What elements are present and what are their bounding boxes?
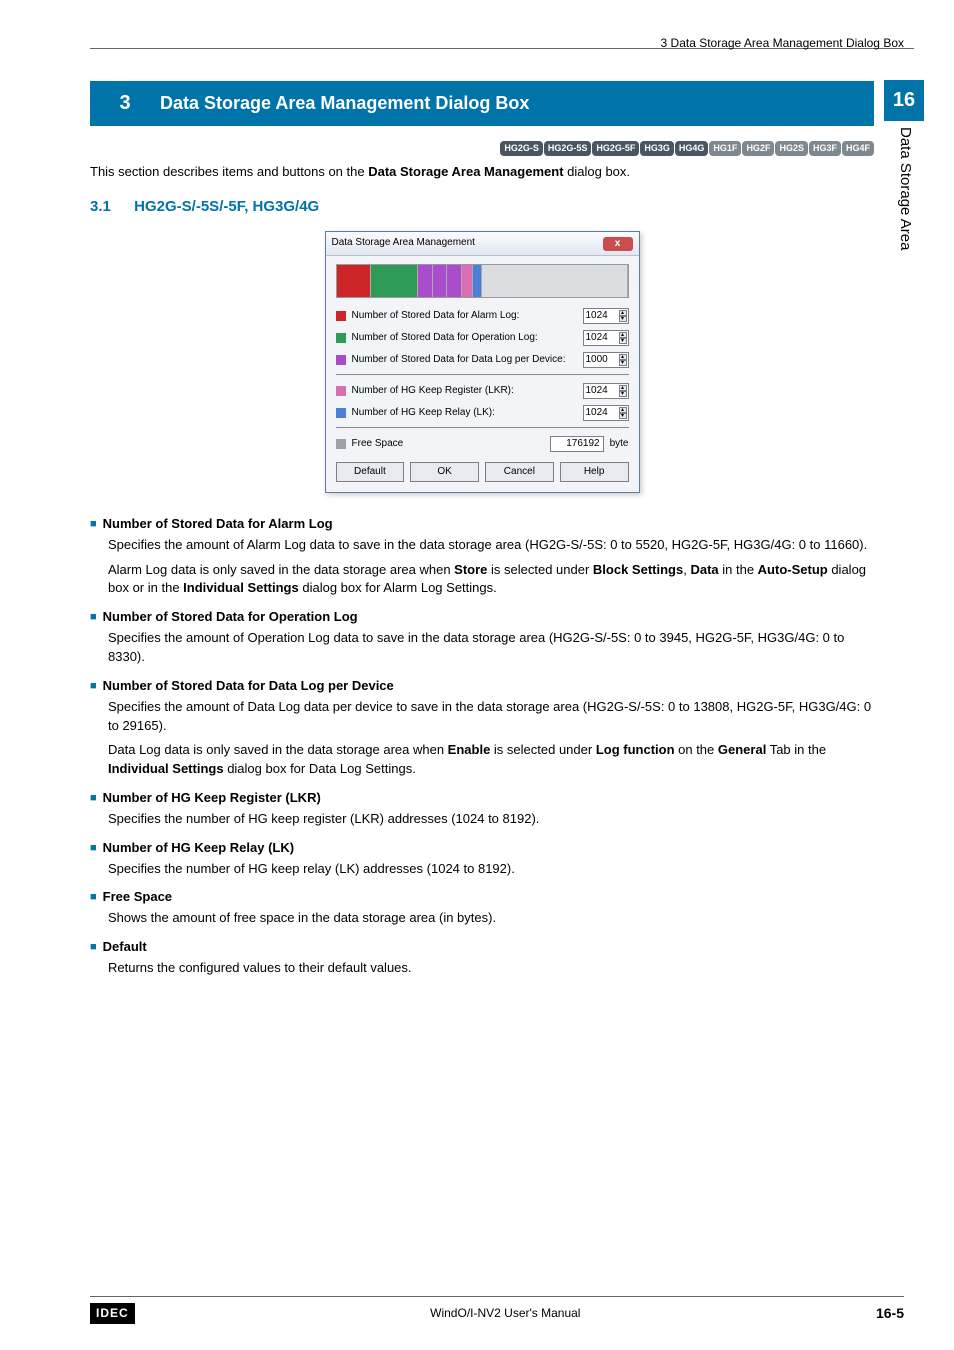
swatch-icon [336, 311, 346, 321]
definition-body: Data Log data is only saved in the data … [108, 741, 874, 779]
definition-term: Number of HG Keep Register (LKR) [90, 789, 874, 808]
definition-item: Number of Stored Data for Alarm Log Speci… [90, 515, 874, 598]
chapter-number-badge: 16 [884, 80, 924, 121]
section-number: 3 [90, 89, 160, 118]
swatch-icon [336, 439, 346, 449]
definition-term: Number of Stored Data for Alarm Log [90, 515, 874, 534]
definition-term: Number of Stored Data for Operation Log [90, 608, 874, 627]
subsection-number: 3.1 [90, 196, 130, 218]
dialog-separator [336, 374, 629, 375]
model-chip: HG2F [742, 141, 774, 156]
manual-title: WindO/I-NV2 User's Manual [430, 1305, 580, 1322]
number-input[interactable]: 1000▴▾ [583, 352, 629, 368]
definition-body: Specifies the amount of Data Log data pe… [108, 698, 874, 736]
free-space-unit: byte [610, 437, 629, 452]
dialog-field-label: Number of Stored Data for Alarm Log: [352, 309, 583, 324]
model-chip-row: HG2G-SHG2G-5SHG2G-5FHG3GHG4GHG1FHG2FHG2S… [90, 138, 874, 157]
default-button[interactable]: Default [336, 462, 405, 482]
free-space-value: 176192 [550, 436, 604, 452]
ok-button[interactable]: OK [410, 462, 479, 482]
close-icon[interactable]: x [603, 237, 633, 251]
spin-down-icon[interactable]: ▾ [619, 413, 627, 419]
header-breadcrumb: 3 Data Storage Area Management Dialog Bo… [661, 35, 904, 52]
definition-term: Number of HG Keep Relay (LK) [90, 839, 874, 858]
section-title: Data Storage Area Management Dialog Box [160, 90, 529, 116]
free-space-row: Free Space 176192 byte [336, 436, 629, 452]
definition-body: Returns the configured values to their d… [108, 959, 874, 978]
dialog-separator [336, 427, 629, 428]
chapter-side-tab: 16 Data Storage Area [884, 80, 924, 250]
help-button[interactable]: Help [560, 462, 629, 482]
swatch-icon [336, 408, 346, 418]
definition-body: Specifies the number of HG keep relay (L… [108, 860, 874, 879]
page-number: 16-5 [876, 1303, 904, 1323]
dialog-field-label: Number of HG Keep Relay (LK): [352, 406, 583, 421]
definition-item: Number of Stored Data for Data Log per D… [90, 677, 874, 779]
dialog-title: Data Storage Area Management [332, 236, 475, 251]
model-chip: HG2S [775, 141, 808, 156]
swatch-icon [336, 386, 346, 396]
number-input[interactable]: 1024▴▾ [583, 383, 629, 399]
dialog-titlebar: Data Storage Area Management x [326, 232, 639, 256]
dialog-input-row: Number of Stored Data for Data Log per D… [336, 352, 629, 368]
model-chip: HG4G [675, 141, 709, 156]
definition-body: Specifies the number of HG keep register… [108, 810, 874, 829]
number-input[interactable]: 1024▴▾ [583, 330, 629, 346]
definition-item: Default Returns the configured values to … [90, 938, 874, 978]
spin-down-icon[interactable]: ▾ [619, 360, 627, 366]
dialog-input-row: Number of Stored Data for Operation Log:… [336, 330, 629, 346]
swatch-icon [336, 355, 346, 365]
dialog-field-label: Number of HG Keep Register (LKR): [352, 384, 583, 399]
definition-item: Number of Stored Data for Operation Log S… [90, 608, 874, 667]
spin-down-icon[interactable]: ▾ [619, 338, 627, 344]
section-heading-banner: 3 Data Storage Area Management Dialog Bo… [90, 81, 874, 126]
subsection-heading: 3.1 HG2G-S/-5S/-5F, HG3G/4G [90, 196, 874, 218]
swatch-icon [336, 333, 346, 343]
model-chip: HG3F [809, 141, 841, 156]
definition-item: Number of HG Keep Register (LKR) Specifie… [90, 789, 874, 829]
spin-down-icon[interactable]: ▾ [619, 391, 627, 397]
dialog-input-row: Number of HG Keep Relay (LK):1024▴▾ [336, 405, 629, 421]
brand-logo: IDEC [90, 1303, 135, 1324]
model-chip: HG1F [709, 141, 741, 156]
dialog-input-row: Number of Stored Data for Alarm Log:1024… [336, 308, 629, 324]
usage-bar [336, 264, 629, 298]
data-storage-dialog: Data Storage Area Management x Numb [325, 231, 640, 493]
free-space-label: Free Space [352, 437, 550, 452]
intro-text: This section describes items and buttons… [90, 163, 874, 182]
number-input[interactable]: 1024▴▾ [583, 308, 629, 324]
definition-body: Specifies the amount of Operation Log da… [108, 629, 874, 667]
subsection-title: HG2G-S/-5S/-5F, HG3G/4G [134, 198, 319, 215]
definition-body: Specifies the amount of Alarm Log data t… [108, 536, 874, 555]
dialog-field-label: Number of Stored Data for Operation Log: [352, 331, 583, 346]
dialog-field-label: Number of Stored Data for Data Log per D… [352, 353, 583, 368]
chapter-side-label: Data Storage Area [884, 127, 916, 250]
definition-item: Number of HG Keep Relay (LK) Specifies th… [90, 839, 874, 879]
definition-body: Alarm Log data is only saved in the data… [108, 561, 874, 599]
definition-body: Shows the amount of free space in the da… [108, 909, 874, 928]
definition-term: Free Space [90, 888, 874, 907]
definition-item: Free Space Shows the amount of free space… [90, 888, 874, 928]
definition-term: Default [90, 938, 874, 957]
dialog-input-row: Number of HG Keep Register (LKR):1024▴▾ [336, 383, 629, 399]
model-chip: HG2G-S [500, 141, 543, 156]
cancel-button[interactable]: Cancel [485, 462, 554, 482]
definition-term: Number of Stored Data for Data Log per D… [90, 677, 874, 696]
spin-down-icon[interactable]: ▾ [619, 316, 627, 322]
model-chip: HG4F [842, 141, 874, 156]
model-chip: HG2G-5S [544, 141, 592, 156]
model-chip: HG3G [640, 141, 674, 156]
model-chip: HG2G-5F [592, 141, 639, 156]
number-input[interactable]: 1024▴▾ [583, 405, 629, 421]
